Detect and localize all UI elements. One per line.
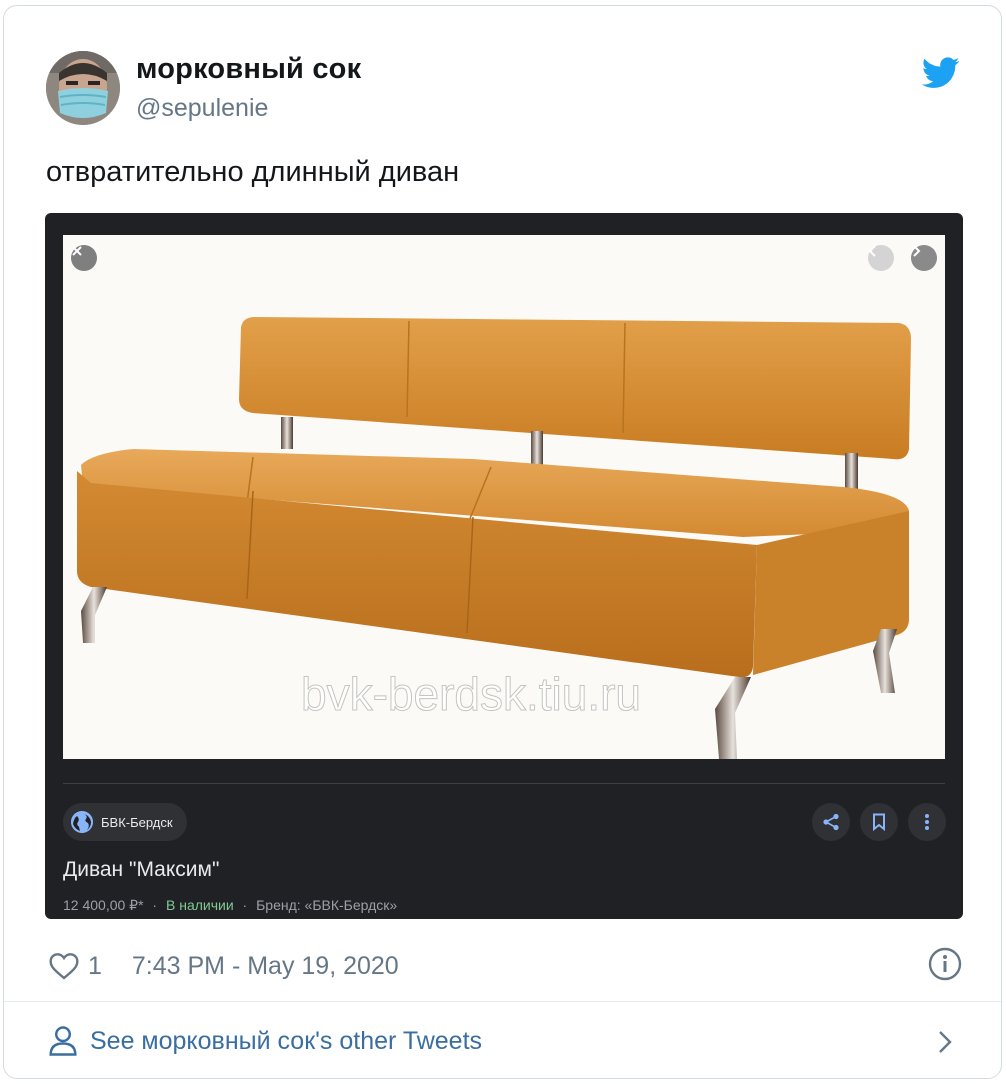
chevron-right-icon[interactable] <box>911 245 937 271</box>
source-label: БВК-Бердск <box>101 814 173 830</box>
info-icon[interactable] <box>928 947 962 981</box>
brand-label: Бренд: «БВК-Бердск» <box>256 897 398 913</box>
author-name[interactable]: морковный сок <box>136 53 361 86</box>
author-handle[interactable]: @sepulenie <box>136 94 268 123</box>
tweet-text: отвратительно длинный диван <box>46 156 460 188</box>
availability-label: В наличии <box>165 897 234 913</box>
chevron-left-icon[interactable] <box>868 245 894 271</box>
footer-divider <box>4 1001 1001 1002</box>
twitter-bird-icon[interactable] <box>922 56 960 90</box>
share-icon <box>823 813 839 831</box>
bookmark-button[interactable] <box>860 803 898 841</box>
source-chip[interactable]: БВК-Бердск <box>63 803 187 841</box>
bookmark-icon <box>873 813 885 831</box>
product-meta: 12 400,00 ₽* · В наличии · Бренд: «БВК-Б… <box>63 897 397 914</box>
share-button[interactable] <box>812 803 850 841</box>
avatar[interactable] <box>46 51 120 125</box>
tweet-card: морковный сок @sepulenie отвратительно д… <box>3 5 1002 1079</box>
chevron-right-icon[interactable] <box>934 1028 956 1056</box>
tweet-media[interactable]: bvk-berdsk.tiu.ru БВК-Бердск Диван "Макс… <box>45 213 963 919</box>
close-icon[interactable] <box>71 245 97 271</box>
product-title[interactable]: Диван "Максим" <box>63 858 219 882</box>
meta-separator: · <box>152 897 158 913</box>
user-icon <box>49 1026 77 1056</box>
product-price: 12 400,00 ₽* <box>63 897 144 913</box>
sofa-photo: bvk-berdsk.tiu.ru <box>63 235 945 759</box>
other-tweets-label[interactable]: See морковный сок's other Tweets <box>90 1027 482 1056</box>
divider <box>63 783 945 784</box>
tweet-timestamp[interactable]: 7:43 PM - May 19, 2020 <box>132 952 399 981</box>
globe-icon <box>71 811 93 833</box>
meta-separator: · <box>242 897 248 913</box>
other-tweets-link[interactable]: See морковный сок's other Tweets <box>48 1021 482 1061</box>
more-button[interactable] <box>908 803 946 841</box>
like-count[interactable]: 1 <box>88 952 102 981</box>
more-vertical-icon <box>925 814 929 830</box>
watermark: bvk-berdsk.tiu.ru <box>300 668 642 721</box>
tweet-actions: 1 7:43 PM - May 19, 2020 <box>48 946 399 986</box>
heart-icon[interactable] <box>48 951 80 981</box>
